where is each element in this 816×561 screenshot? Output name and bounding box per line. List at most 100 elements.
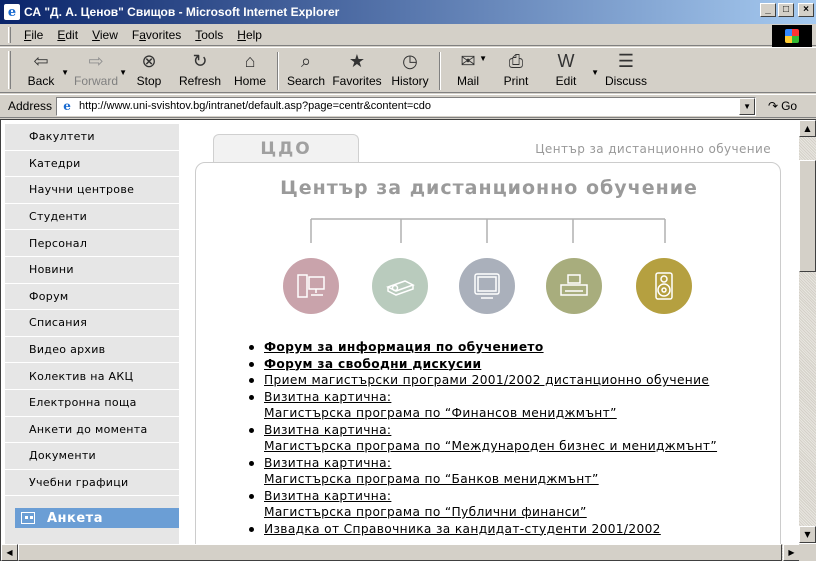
sidebar-item-news[interactable]: Новини	[5, 257, 179, 284]
window-controls: _ □ ×	[760, 3, 814, 17]
window-title: СА "Д. А. Ценов" Свищов - Microsoft Inte…	[24, 5, 340, 19]
favorites-folder-icon: ★	[348, 50, 366, 71]
link-card-subtitle: Магистърска програма по “Публични финанс…	[264, 505, 587, 519]
forward-button[interactable]: ⇨ Forward ▼	[67, 48, 127, 92]
browser-viewport: Факултети Катедри Научни центрове Студен…	[0, 119, 816, 561]
sidebar-item-students[interactable]: Студенти	[5, 204, 179, 231]
close-button[interactable]: ×	[798, 3, 814, 17]
scroll-up-icon[interactable]: ▲	[799, 120, 816, 137]
home-button[interactable]: ⌂ Home	[227, 48, 273, 92]
minimize-button[interactable]: _	[760, 3, 776, 17]
discuss-button[interactable]: ☰ Discuss	[597, 48, 655, 92]
maximize-button[interactable]: □	[778, 3, 794, 17]
sidebar-item-research-centers[interactable]: Научни центрове	[5, 177, 179, 204]
favorites-label: Favorites	[332, 74, 382, 88]
scroll-left-icon[interactable]: ◀	[1, 544, 18, 561]
edit-word-icon: W	[557, 50, 575, 71]
link-card-financial-mgmt[interactable]: Визитна картична: Магистърска програма по…	[264, 390, 776, 422]
search-button[interactable]: ⌕ Search	[283, 48, 329, 92]
edit-button[interactable]: W Edit ▼	[541, 48, 599, 92]
section-subtitle: Център за дистанционно обучение	[535, 142, 771, 156]
title-bar: e СА "Д. А. Ценов" Свищов - Microsoft In…	[0, 0, 816, 24]
history-label: History	[391, 74, 429, 88]
sidebar-item-schedules[interactable]: Учебни графици	[5, 470, 179, 497]
sidebar-item-akc-team[interactable]: Колектив на АКЦ	[5, 363, 179, 390]
sidebar-item-documents[interactable]: Документи	[5, 443, 179, 470]
menu-help[interactable]: Help	[230, 26, 269, 44]
link-card-subtitle: Магистърска програма по “Международен би…	[264, 439, 718, 453]
stop-label: Stop	[136, 74, 162, 88]
list-item: Форум за свободни дискусии	[246, 356, 776, 373]
mail-icon: ✉	[460, 50, 476, 71]
speaker-icon[interactable]	[636, 258, 692, 314]
sidebar-item-polls[interactable]: Анкети до момента	[5, 417, 179, 444]
address-dropdown-icon[interactable]: ▼	[739, 97, 756, 115]
home-icon: ⌂	[244, 50, 256, 71]
link-card-bank-mgmt[interactable]: Визитна картична: Магистърска програма по…	[264, 456, 776, 488]
main-content: ЦДО Център за дистанционно обучение Цент…	[179, 120, 793, 561]
sidebar-item-journals[interactable]: Списания	[5, 310, 179, 337]
horizontal-scrollbar[interactable]: ◀ ▶	[1, 544, 800, 561]
printer-icon: ⎙	[508, 50, 524, 71]
mail-button[interactable]: ✉ Mail ▼	[445, 48, 491, 92]
forward-arrow-icon: ⇨	[88, 50, 104, 71]
scroll-right-icon[interactable]: ▶	[783, 544, 800, 561]
menu-favorites[interactable]: Favorites	[125, 26, 188, 44]
printer-icon[interactable]	[546, 258, 602, 314]
toolbar-separator	[439, 52, 441, 90]
toolbar: ⇦ Back ▼ ⇨ Forward ▼ ⊗ Stop ↻ Refresh ⌂ …	[0, 47, 816, 93]
link-admission-masters[interactable]: Прием магистърски програми 2001/2002 дис…	[264, 373, 709, 387]
link-card-title: Визитна картична:	[264, 422, 392, 437]
list-item: Форум за информация по обучението	[246, 339, 776, 356]
print-button[interactable]: ⎙ Print	[491, 48, 541, 92]
link-forum-free[interactable]: Форум за свободни дискусии	[264, 357, 481, 371]
discuss-label: Discuss	[604, 74, 647, 88]
menu-favorites-rest: vorites	[145, 27, 182, 42]
go-button[interactable]: ↷ Go	[768, 99, 797, 113]
stop-button[interactable]: ⊗ Stop	[125, 48, 173, 92]
address-label: Address	[8, 99, 53, 113]
menu-view-mnemonic: V	[92, 27, 100, 42]
history-icon: ◷	[402, 50, 418, 71]
horizontal-scroll-thumb[interactable]	[18, 544, 782, 561]
link-handbook-extract[interactable]: Извадка от Справочника за кандидат-студе…	[264, 522, 661, 536]
link-card-intl-business[interactable]: Визитна картична: Магистърска програма по…	[264, 423, 776, 455]
list-item: Визитна картична: Магистърска програма по…	[246, 455, 776, 488]
address-input[interactable]: e http://www.uni-svishtov.bg/intranet/de…	[56, 96, 757, 116]
internet-explorer-icon: e	[4, 4, 20, 20]
menu-file[interactable]: File	[17, 26, 50, 44]
search-icon: ⌕	[300, 50, 312, 71]
sidebar-item-video-archive[interactable]: Видео архив	[5, 337, 179, 364]
projector-icon[interactable]	[372, 258, 428, 314]
sidebar-item-departments[interactable]: Катедри	[5, 151, 179, 178]
vertical-scroll-thumb[interactable]	[799, 160, 816, 272]
favorites-button[interactable]: ★ Favorites	[329, 48, 385, 92]
back-button[interactable]: ⇦ Back ▼	[15, 48, 69, 92]
link-card-public-finance[interactable]: Визитна картична: Магистърска програма по…	[264, 489, 776, 521]
history-button[interactable]: ◷ History	[385, 48, 435, 92]
menu-view-rest: iew	[99, 27, 118, 42]
sidebar-item-staff[interactable]: Персонал	[5, 230, 179, 257]
go-label: Go	[781, 99, 798, 113]
refresh-button[interactable]: ↻ Refresh	[173, 48, 227, 92]
mail-dropdown-icon[interactable]: ▼	[479, 54, 487, 63]
computer-icon[interactable]	[283, 258, 339, 314]
link-forum-info[interactable]: Форум за информация по обучението	[264, 340, 544, 354]
edit-label: Edit	[555, 74, 577, 88]
address-url[interactable]: http://www.uni-svishtov.bg/intranet/defa…	[79, 100, 431, 112]
sidebar-item-email[interactable]: Електронна поща	[5, 390, 179, 417]
menu-tools-rest: ools	[201, 27, 224, 42]
vertical-scrollbar[interactable]: ▲ ▼	[799, 120, 816, 543]
sidebar-item-faculties[interactable]: Факултети	[5, 124, 179, 151]
windows-logo-icon	[772, 25, 812, 47]
poll-grid-icon	[21, 512, 35, 525]
toolbar-grip	[8, 51, 11, 89]
list-item: Визитна картична: Магистърска програма по…	[246, 389, 776, 422]
menu-edit[interactable]: Edit	[50, 26, 85, 44]
sidebar-item-forum[interactable]: Форум	[5, 284, 179, 311]
scroll-down-icon[interactable]: ▼	[799, 526, 816, 543]
monitor-icon[interactable]	[459, 258, 515, 314]
menu-tools[interactable]: Tools	[188, 26, 230, 44]
menu-view[interactable]: View	[85, 26, 125, 44]
poll-label: Анкета	[47, 510, 103, 526]
